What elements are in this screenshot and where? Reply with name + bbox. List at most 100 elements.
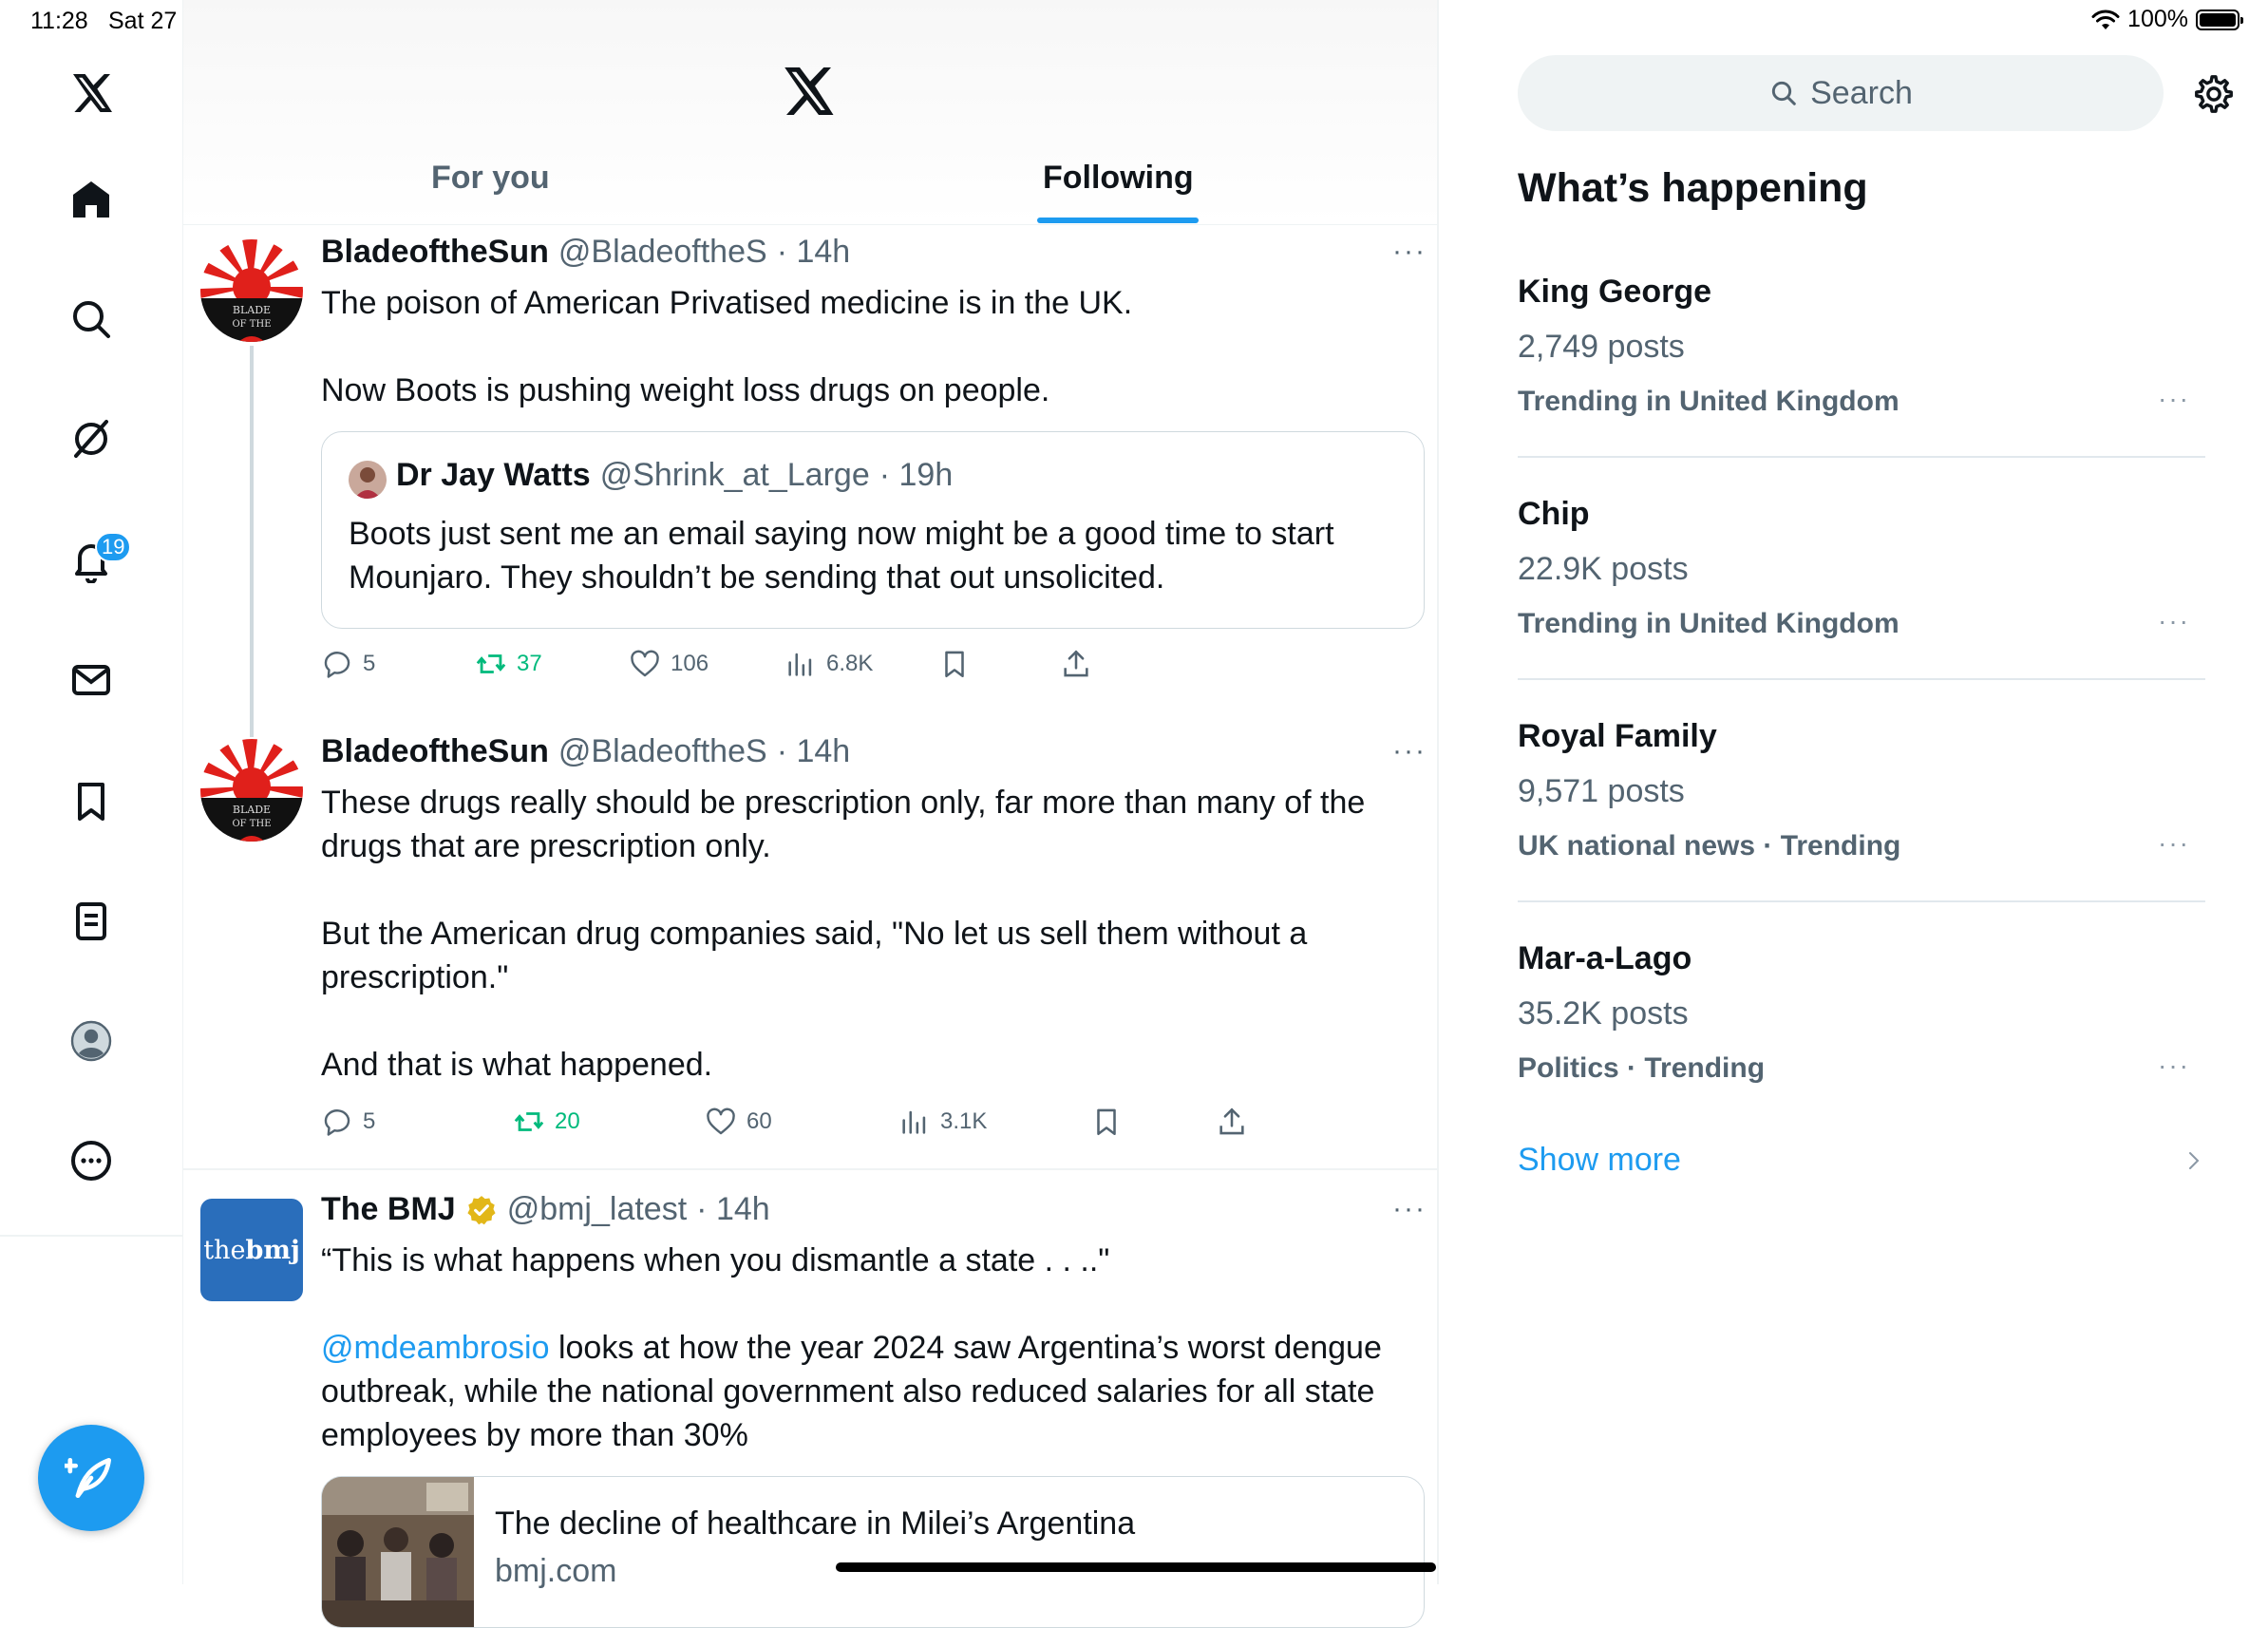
tweet-header: BladeoftheSun @BladeoftheS · 14h [321,234,850,271]
status-right: 100% [2091,6,2243,33]
bladeofthesun-avatar-image: BLADE OF THE [200,239,303,342]
quoted-author-name: Dr Jay Watts [396,457,591,493]
lists-icon[interactable] [53,883,129,959]
quoted-post-text: Boots just sent me an email saying now m… [349,516,1343,596]
svg-text:OF THE: OF THE [232,819,271,829]
repost-button[interactable]: 37 [475,648,542,680]
reply-icon [324,1109,350,1136]
trend-more-options-icon[interactable]: ··· [2158,384,2190,414]
messages-envelope-icon[interactable] [53,642,129,718]
repost-count: 20 [555,1108,580,1134]
views-button[interactable]: 3.1K [898,1106,987,1138]
like-count: 60 [747,1108,772,1134]
home-indicator-bar[interactable] [836,1562,1436,1572]
post-more-options-icon[interactable]: ··· [1392,735,1427,767]
wifi-icon [2091,9,2120,29]
x-logo-icon[interactable] [53,55,129,131]
grok-icon[interactable] [53,401,129,477]
author-handle[interactable]: @BladeoftheS [558,234,767,271]
post-time: · 14h [776,234,851,270]
bmj-logo-text-thin: the [203,1235,246,1265]
bmj-avatar-logo[interactable]: the bmj [200,1199,303,1301]
author-handle[interactable]: @BladeoftheS [558,733,767,770]
trend-more-options-icon[interactable]: ··· [2158,1051,2190,1081]
share-icon [1219,1107,1244,1135]
post-more-options-icon[interactable]: ··· [1392,236,1427,268]
avatar[interactable]: BLADE OF THE [200,739,303,842]
bookmark-button[interactable] [1090,1106,1123,1138]
tweet-header: BladeoftheSun @BladeoftheS · 14h [321,733,850,770]
trend-post-count: 35.2K posts [1518,995,1689,1032]
reply-button[interactable]: 5 [321,1106,375,1138]
quoted-post[interactable]: Dr Jay Watts @Shrink_at_Large · 19h Boot… [321,431,1425,629]
quoted-author-avatar [349,461,387,499]
reply-button[interactable]: 5 [321,648,375,680]
x-logo-icon[interactable] [779,63,836,120]
bookmark-icon [945,651,964,678]
notifications-badge: 19 [95,532,132,562]
active-tab-indicator [1037,218,1199,223]
views-button[interactable]: 6.8K [784,648,873,680]
share-button[interactable] [1216,1106,1248,1138]
tab-for-you[interactable]: For you [431,160,550,197]
quoted-post-time: · 19h [879,457,954,493]
post-text: “This is what happens when you dismantle… [321,1242,1110,1278]
profile-avatar-icon[interactable] [53,1003,129,1079]
post-more-options-icon[interactable]: ··· [1392,1193,1427,1225]
card-thumbnail-image [322,1477,474,1627]
trend-name[interactable]: Chip [1518,496,1590,533]
avatar[interactable]: BLADE OF THE [200,239,303,342]
views-chart-icon [788,653,812,676]
reply-count: 5 [363,651,376,676]
repost-icon [514,1112,544,1131]
like-button[interactable]: 60 [705,1106,772,1138]
bookmark-button[interactable] [938,648,971,680]
trend-name[interactable]: Royal Family [1518,718,1717,755]
post-text: These drugs really should be prescriptio… [321,785,1366,1083]
svg-text:OF THE: OF THE [232,319,271,330]
home-icon[interactable] [53,161,129,237]
author-name[interactable]: BladeoftheSun [321,733,549,770]
repost-button[interactable]: 20 [513,1106,580,1138]
trend-name[interactable]: King George [1518,274,1711,311]
svg-text:BLADE: BLADE [233,304,271,316]
post-time: · 14h [696,1191,770,1227]
tab-following[interactable]: Following [1043,160,1194,197]
trend-divider [1518,678,2205,680]
reply-icon [324,652,350,678]
trend-more-options-icon[interactable]: ··· [2158,606,2190,636]
battery-percent: 100% [2127,6,2188,32]
nav-divider [0,1235,182,1237]
search-icon [1771,81,1796,105]
author-handle[interactable]: @bmj_latest [507,1191,687,1228]
post-time: · 14h [776,733,851,769]
feed-border [1437,0,1439,1584]
compose-post-button[interactable] [38,1425,144,1531]
views-chart-icon [902,1110,926,1134]
explore-search-icon[interactable] [53,281,129,357]
author-name[interactable]: BladeoftheSun [321,234,549,271]
settings-gear-icon[interactable] [2192,72,2236,116]
more-options-icon[interactable] [53,1123,129,1199]
bmj-logo-text-bold: bmj [245,1235,300,1265]
bookmarks-icon[interactable] [53,764,129,840]
trend-name[interactable]: Mar-a-Lago [1518,940,1692,977]
quoted-author-handle: @Shrink_at_Large [599,457,870,493]
trend-post-count: 9,571 posts [1518,773,1685,809]
trend-post-count: 22.9K posts [1518,551,1689,587]
notifications-bell-icon[interactable]: 19 [53,522,132,598]
mention-link[interactable]: @mdeambrosio [321,1330,550,1366]
author-name[interactable]: The BMJ [321,1191,456,1228]
share-button[interactable] [1060,648,1092,680]
like-button[interactable]: 106 [629,648,709,680]
heart-icon [707,1107,735,1135]
show-more-link[interactable]: Show more [1518,1142,1681,1179]
search-input[interactable]: Search [1518,55,2164,131]
link-preview-card[interactable]: The decline of healthcare in Milei’s Arg… [321,1476,1425,1628]
like-count: 106 [671,651,709,676]
repost-count: 37 [517,651,542,676]
trend-divider [1518,900,2205,902]
chevron-right-icon[interactable] [2183,1149,2205,1172]
trend-more-options-icon[interactable]: ··· [2158,828,2190,859]
bookmark-icon [1097,1108,1116,1136]
